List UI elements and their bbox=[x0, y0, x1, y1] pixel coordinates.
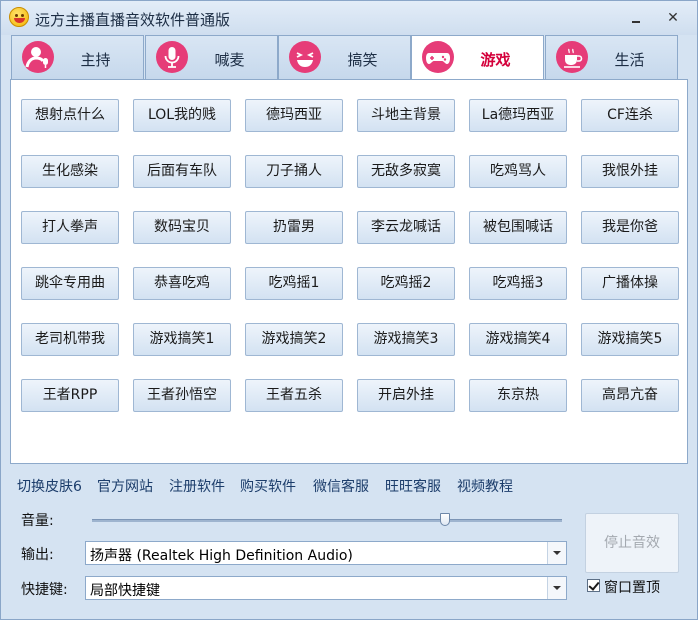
sound-button[interactable]: LOL我的贱 bbox=[133, 99, 231, 132]
sound-button[interactable]: La德玛西亚 bbox=[469, 99, 567, 132]
link-video-tutorial[interactable]: 视频教程 bbox=[457, 476, 513, 496]
sound-button[interactable]: 想射点什么 bbox=[21, 99, 119, 132]
sound-button[interactable]: 游戏搞笑1 bbox=[133, 323, 231, 356]
hotkey-label: 快捷键: bbox=[21, 582, 68, 598]
sound-button[interactable]: 游戏搞笑2 bbox=[245, 323, 343, 356]
stop-sound-button[interactable]: 停止音效 bbox=[585, 513, 679, 573]
tab-label: 搞笑 bbox=[347, 51, 378, 69]
tab-label: 游戏 bbox=[480, 51, 511, 69]
hotkey-mode-select[interactable]: 局部快捷键 bbox=[85, 576, 567, 600]
sound-button[interactable]: 恭喜吃鸡 bbox=[133, 267, 231, 300]
sound-button[interactable]: 打人拳声 bbox=[21, 211, 119, 244]
category-tabs: 主持 喊麦 搞笑 游戏 生活 bbox=[11, 35, 687, 80]
link-register[interactable]: 注册软件 bbox=[169, 476, 225, 496]
sound-button[interactable]: 扔雷男 bbox=[245, 211, 343, 244]
sound-button[interactable]: 王者孙悟空 bbox=[133, 379, 231, 412]
link-wechat-support[interactable]: 微信客服 bbox=[313, 476, 369, 496]
link-buy[interactable]: 购买软件 bbox=[240, 476, 296, 496]
sound-button[interactable]: 吃鸡骂人 bbox=[469, 155, 567, 188]
link-bar: 切换皮肤6 官方网站 注册软件 购买软件 微信客服 旺旺客服 视频教程 bbox=[10, 469, 688, 499]
tab-game[interactable]: 游戏 bbox=[411, 35, 544, 80]
title-bar[interactable]: 远方主播直播音效软件普通版 ✕ bbox=[1, 1, 697, 35]
hotkey-mode-value: 局部快捷键 bbox=[90, 583, 160, 599]
sound-button[interactable]: 高昂亢奋 bbox=[581, 379, 679, 412]
sound-button[interactable]: CF连杀 bbox=[581, 99, 679, 132]
sound-button[interactable]: 老司机带我 bbox=[21, 323, 119, 356]
sound-button[interactable]: 王者五杀 bbox=[245, 379, 343, 412]
tab-label: 生活 bbox=[614, 51, 645, 69]
sound-button[interactable]: 游戏搞笑5 bbox=[581, 323, 679, 356]
window-title: 远方主播直播音效软件普通版 bbox=[35, 11, 231, 29]
tab-funny[interactable]: 搞笑 bbox=[278, 35, 411, 79]
sound-button[interactable]: 数码宝贝 bbox=[133, 211, 231, 244]
sound-button[interactable]: 后面有车队 bbox=[133, 155, 231, 188]
sound-button[interactable]: 吃鸡摇1 bbox=[245, 267, 343, 300]
chevron-down-icon[interactable] bbox=[547, 542, 566, 564]
minimize-button[interactable] bbox=[627, 10, 645, 26]
link-wangwang-support[interactable]: 旺旺客服 bbox=[385, 476, 441, 496]
sound-button[interactable]: 游戏搞笑4 bbox=[469, 323, 567, 356]
tab-label: 喊麦 bbox=[214, 51, 245, 69]
sound-button[interactable]: 德玛西亚 bbox=[245, 99, 343, 132]
tab-shout[interactable]: 喊麦 bbox=[145, 35, 278, 79]
sound-button[interactable]: 跳伞专用曲 bbox=[21, 267, 119, 300]
tab-label: 主持 bbox=[80, 51, 111, 69]
pin-window-checkbox[interactable] bbox=[587, 579, 600, 592]
link-switch-skin[interactable]: 切换皮肤6 bbox=[17, 476, 82, 496]
sound-button[interactable]: 广播体操 bbox=[581, 267, 679, 300]
pin-window-label: 窗口置顶 bbox=[604, 580, 660, 596]
sound-button[interactable]: 生化感染 bbox=[21, 155, 119, 188]
sound-button[interactable]: 我恨外挂 bbox=[581, 155, 679, 188]
link-official-site[interactable]: 官方网站 bbox=[97, 476, 153, 496]
output-device-value: 扬声器 (Realtek High Definition Audio) bbox=[90, 548, 353, 564]
sound-button[interactable]: 游戏搞笑3 bbox=[357, 323, 455, 356]
volume-slider-track[interactable] bbox=[92, 519, 562, 522]
output-device-select[interactable]: 扬声器 (Realtek High Definition Audio) bbox=[85, 541, 567, 565]
output-label: 输出: bbox=[21, 547, 54, 563]
chevron-down-icon[interactable] bbox=[547, 577, 566, 599]
sound-button[interactable]: 我是你爸 bbox=[581, 211, 679, 244]
sound-button[interactable]: 刀子捅人 bbox=[245, 155, 343, 188]
tab-life[interactable]: 生活 bbox=[545, 35, 678, 79]
app-window: 远方主播直播音效软件普通版 ✕ 主持 喊麦 搞笑 游戏 生活 想射点什么 LOL… bbox=[0, 0, 698, 620]
close-button[interactable]: ✕ bbox=[664, 10, 682, 26]
sound-button[interactable]: 吃鸡摇2 bbox=[357, 267, 455, 300]
smiley-face-icon bbox=[9, 7, 29, 27]
sound-button-panel: 想射点什么 LOL我的贱 德玛西亚 斗地主背景 La德玛西亚 CF连杀生化感染 后面有车队刀… bbox=[10, 79, 688, 464]
tab-host[interactable]: 主持 bbox=[11, 35, 144, 79]
sound-button[interactable]: 王者RPP bbox=[21, 379, 119, 412]
sound-button[interactable]: 斗地主背景 bbox=[357, 99, 455, 132]
volume-slider-thumb[interactable] bbox=[440, 513, 450, 526]
volume-label: 音量: bbox=[21, 513, 54, 529]
sound-button[interactable]: 开启外挂 bbox=[357, 379, 455, 412]
sound-button[interactable]: 东京热 bbox=[469, 379, 567, 412]
sound-button[interactable]: 被包围喊话 bbox=[469, 211, 567, 244]
sound-button[interactable]: 吃鸡摇3 bbox=[469, 267, 567, 300]
sound-button[interactable]: 李云龙喊话 bbox=[357, 211, 455, 244]
sound-button[interactable]: 无敌多寂寞 bbox=[357, 155, 455, 188]
